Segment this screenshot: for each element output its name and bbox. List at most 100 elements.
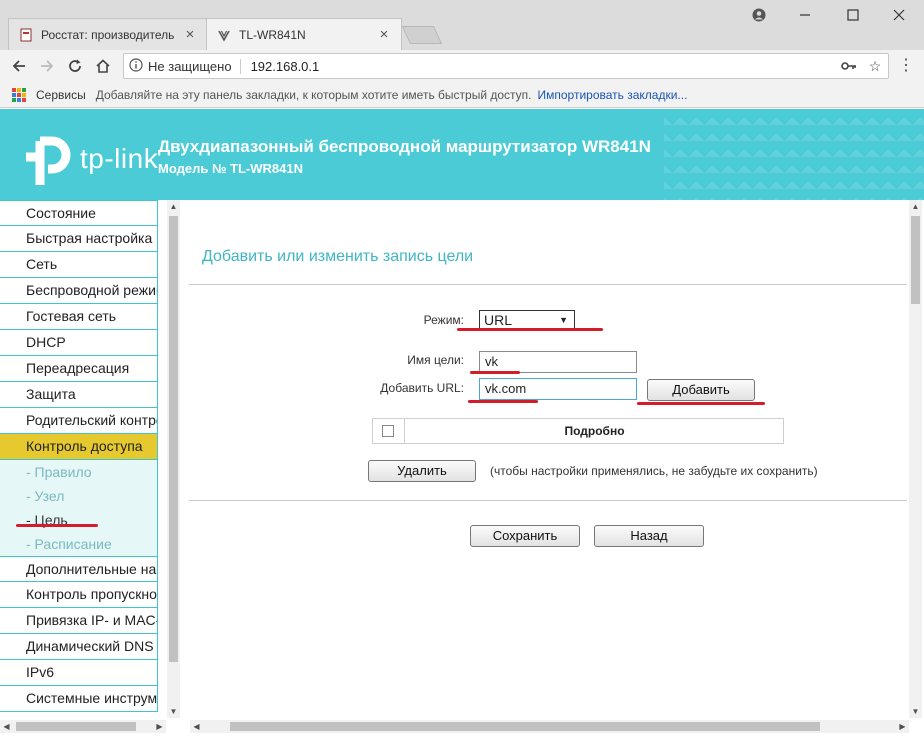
divider: [189, 500, 907, 501]
scroll-down-arrow-icon[interactable]: ▼: [909, 705, 922, 718]
forward-arrow-icon[interactable]: [36, 55, 58, 77]
maximize-icon[interactable]: [838, 4, 868, 26]
sidebar-item-dhcp[interactable]: DHCP: [0, 330, 158, 356]
annotation-underline: [637, 402, 765, 405]
save-button[interactable]: Сохранить: [470, 525, 580, 547]
scroll-down-arrow-icon[interactable]: ▼: [167, 705, 180, 718]
banner-pattern: [664, 109, 924, 200]
select-all-checkbox[interactable]: [382, 425, 394, 437]
mode-select-value: URL: [484, 312, 513, 328]
sidebar-item-status[interactable]: Состояние: [0, 200, 158, 226]
submenu-item-rule[interactable]: - Правило: [0, 460, 157, 484]
reload-icon[interactable]: [64, 55, 86, 77]
sidebar-item-wireless[interactable]: Беспроводной режим: [0, 278, 158, 304]
more-menu-icon[interactable]: ⋮: [896, 55, 916, 77]
dropdown-arrow-icon: ▼: [559, 315, 568, 325]
browser-toolbar: Не защищено 192.168.0.1 ☆ ⋮: [0, 50, 924, 82]
sidebar-item-forwarding[interactable]: Переадресация: [0, 356, 158, 382]
tab-title: TL-WR841N: [239, 27, 306, 42]
info-icon[interactable]: [124, 57, 148, 75]
sidebar-item-advanced[interactable]: Дополнительные настройки: [0, 556, 158, 582]
browser-titlebar: Росстат: производитель × TL-WR841N ×: [0, 0, 924, 50]
model-number: Модель № TL-WR841N: [158, 161, 303, 176]
scroll-up-arrow-icon[interactable]: ▲: [909, 200, 922, 213]
content-horizontal-scrollbar[interactable]: ◀ ▶: [190, 720, 909, 733]
access-control-submenu: - Правило - Узел - Цель - Расписание: [0, 460, 158, 556]
table-header-details: Подробно: [564, 424, 625, 438]
section-title: Добавить или изменить запись цели: [202, 248, 474, 265]
page-title: Двухдиапазонный беспроводной маршрутизат…: [158, 137, 651, 156]
bookmark-star-icon[interactable]: ☆: [862, 58, 888, 75]
key-icon[interactable]: [836, 58, 862, 74]
bookmarks-hint: Добавляйте на эту панель закладки, к кот…: [95, 87, 532, 102]
tplink-logo: tp-link: [26, 135, 159, 185]
close-tab-icon[interactable]: ×: [183, 26, 197, 43]
new-tab-button[interactable]: [401, 26, 443, 44]
add-url-label: Добавить URL:: [380, 381, 464, 395]
logo-text: tp-link: [80, 143, 159, 174]
add-button[interactable]: Добавить: [647, 379, 755, 401]
import-bookmarks-link[interactable]: Импортировать закладки...: [538, 88, 688, 102]
scrollbar-thumb[interactable]: [230, 722, 820, 731]
submenu-item-schedule[interactable]: - Расписание: [0, 532, 157, 556]
scroll-up-arrow-icon[interactable]: ▲: [167, 200, 180, 213]
home-icon[interactable]: [92, 55, 114, 77]
apps-icon[interactable]: [12, 87, 26, 102]
annotation-underline: [468, 400, 538, 403]
scrollbar-thumb[interactable]: [16, 722, 136, 731]
add-url-input[interactable]: vk.com: [479, 378, 637, 400]
delete-button[interactable]: Удалить: [368, 460, 476, 482]
sidebar-vertical-scrollbar[interactable]: ▲ ▼: [167, 200, 180, 718]
mode-select[interactable]: URL ▼: [479, 310, 575, 330]
sidebar-item-bandwidth-control[interactable]: Контроль пропускной способности: [0, 582, 158, 608]
sidebar-item-quick-setup[interactable]: Быстрая настройка: [0, 226, 158, 252]
sidebar-item-ipv6[interactable]: IPv6: [0, 660, 158, 686]
mode-label: Режим:: [423, 313, 464, 327]
target-name-input[interactable]: vk: [479, 351, 637, 373]
sidebar-menu: Состояние Быстрая настройка Сеть Беспров…: [0, 200, 166, 718]
bookmarks-bar: Сервисы Добавляйте на эту панель закладк…: [0, 82, 924, 108]
url-table: Подробно: [372, 418, 784, 444]
document-icon: [19, 28, 33, 42]
close-window-icon[interactable]: [884, 4, 914, 26]
tab-tl-wr841n[interactable]: TL-WR841N ×: [206, 18, 402, 50]
back-arrow-icon[interactable]: [8, 55, 30, 77]
scroll-right-arrow-icon[interactable]: ▶: [896, 720, 909, 733]
back-button[interactable]: Назад: [594, 525, 704, 547]
sidebar-item-guest-network[interactable]: Гостевая сеть: [0, 304, 158, 330]
tab-rosstat[interactable]: Росстат: производитель ×: [8, 18, 208, 50]
submenu-item-target[interactable]: - Цель: [0, 508, 157, 532]
sidebar-item-system-tools[interactable]: Системные инструменты: [0, 686, 158, 712]
save-reminder-note: (чтобы настройки применялись, не забудьт…: [490, 464, 818, 478]
minimize-icon[interactable]: [790, 4, 820, 26]
submenu-item-host[interactable]: - Узел: [0, 484, 157, 508]
scrollbar-thumb[interactable]: [169, 216, 178, 662]
sidebar-item-ddns[interactable]: Динамический DNS: [0, 634, 158, 660]
sidebar-item-network[interactable]: Сеть: [0, 252, 158, 278]
sidebar-item-parental-control[interactable]: Родительский контроль: [0, 408, 158, 434]
security-label: Не защищено: [148, 58, 241, 74]
close-tab-icon[interactable]: ×: [377, 26, 391, 43]
annotation-underline: [457, 328, 603, 331]
url-text[interactable]: 192.168.0.1: [251, 59, 836, 74]
scroll-left-arrow-icon[interactable]: ◀: [190, 720, 203, 733]
address-bar[interactable]: Не защищено 192.168.0.1 ☆: [123, 53, 889, 79]
tab-title: Росстат: производитель: [41, 27, 175, 42]
tplink-favicon-icon: [217, 28, 231, 42]
content-vertical-scrollbar[interactable]: ▲ ▼: [909, 200, 922, 718]
sidebar-horizontal-scrollbar[interactable]: ◀ ▶: [0, 720, 166, 733]
divider: [189, 284, 907, 285]
sidebar-item-ip-mac-binding[interactable]: Привязка IP- и MAC-адресов: [0, 608, 158, 634]
tplink-logo-icon: [26, 135, 74, 185]
router-banner: tp-link Двухдиапазонный беспроводной мар…: [0, 109, 924, 200]
scroll-right-arrow-icon[interactable]: ▶: [153, 720, 166, 733]
main-content: Добавить или изменить запись цели Режим:…: [189, 200, 909, 718]
annotation-underline: [470, 371, 520, 374]
services-link[interactable]: Сервисы: [36, 88, 86, 102]
sidebar-item-access-control[interactable]: Контроль доступа: [0, 434, 158, 460]
annotation-underline: [16, 524, 98, 527]
sidebar-item-security[interactable]: Защита: [0, 382, 158, 408]
profile-icon[interactable]: [744, 4, 774, 26]
scroll-left-arrow-icon[interactable]: ◀: [0, 720, 13, 733]
scrollbar-thumb[interactable]: [911, 216, 920, 304]
